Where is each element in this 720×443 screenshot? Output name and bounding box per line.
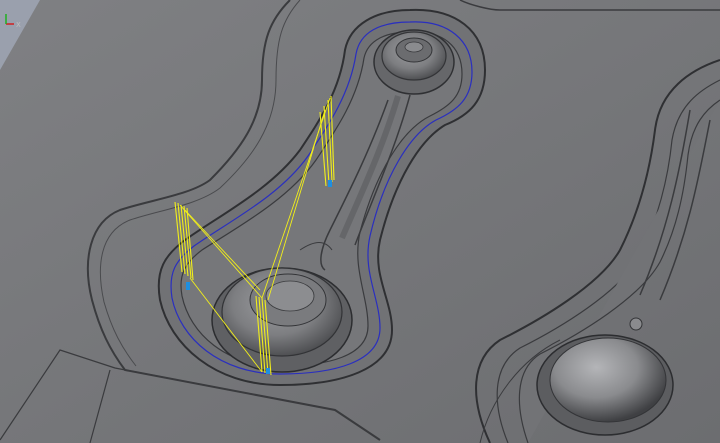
cad-3d-viewport[interactable]: X — [0, 0, 720, 443]
model-canvas[interactable] — [0, 0, 720, 443]
big-end-boss — [211, 267, 353, 373]
x-axis-label: X — [16, 21, 21, 29]
axis-triad: X — [5, 14, 21, 29]
small-end-boss — [373, 29, 455, 95]
